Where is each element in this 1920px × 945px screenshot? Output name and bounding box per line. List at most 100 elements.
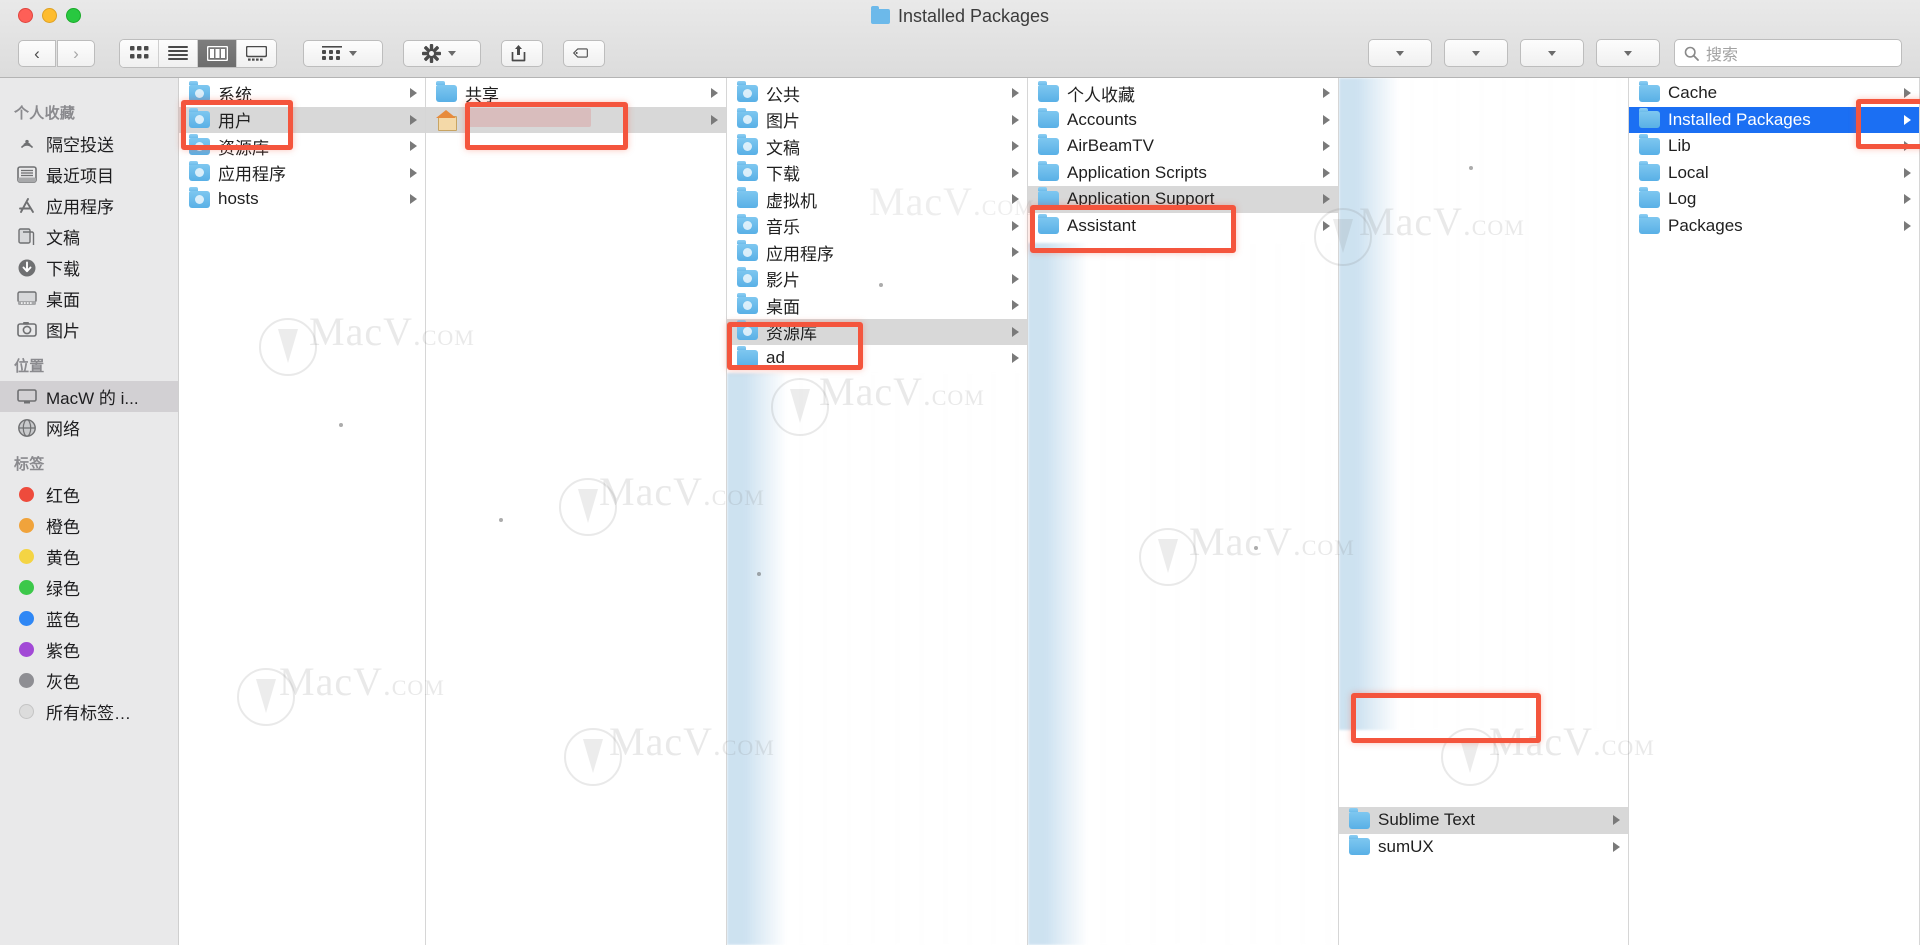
sidebar-tag-yellow[interactable]: 黄色: [0, 541, 178, 572]
file-row[interactable]: Accounts: [1028, 107, 1338, 134]
sidebar[interactable]: 个人收藏 隔空投送 最近项目 应用程序 文稿 下载 桌面 图片 位置 MacW …: [0, 78, 179, 945]
file-row[interactable]: 资源库: [179, 133, 425, 160]
chevron-right-icon[interactable]: [1613, 841, 1620, 852]
empty-menu-3[interactable]: [1520, 39, 1584, 67]
sidebar-item-documents[interactable]: 文稿: [0, 221, 178, 252]
chevron-right-icon[interactable]: [1012, 353, 1019, 364]
file-row[interactable]: Application Support: [1028, 186, 1338, 213]
file-row[interactable]: hosts: [179, 186, 425, 213]
back-button[interactable]: ‹: [18, 39, 56, 67]
sidebar-item-desktop[interactable]: 桌面: [0, 283, 178, 314]
chevron-right-icon[interactable]: [1904, 194, 1911, 205]
column-library[interactable]: 个人收藏 Accounts AirBeamTV Application Scri…: [1028, 78, 1339, 945]
chevron-right-icon[interactable]: [1012, 273, 1019, 284]
file-row[interactable]: sumUX: [1339, 834, 1628, 861]
sidebar-tag-green[interactable]: 绿色: [0, 572, 178, 603]
file-row[interactable]: [426, 106, 726, 133]
empty-menu-2[interactable]: [1444, 39, 1508, 67]
chevron-right-icon[interactable]: [1323, 114, 1330, 125]
file-row[interactable]: ad: [727, 345, 1027, 372]
chevron-right-icon[interactable]: [410, 194, 417, 205]
column-view-button[interactable]: [198, 39, 237, 67]
file-row[interactable]: 图片: [727, 107, 1027, 134]
chevron-right-icon[interactable]: [1012, 114, 1019, 125]
sidebar-item-pictures[interactable]: 图片: [0, 314, 178, 345]
file-row[interactable]: 虚拟机: [727, 186, 1027, 213]
search-field[interactable]: 搜索: [1674, 39, 1902, 67]
sidebar-tag-red[interactable]: 红色: [0, 479, 178, 510]
column-root[interactable]: 系统 用户 资源库 应用程序 hosts: [179, 78, 426, 945]
file-row[interactable]: 应用程序: [727, 239, 1027, 266]
chevron-right-icon[interactable]: [410, 141, 417, 152]
chevron-right-icon[interactable]: [711, 88, 718, 99]
empty-menu-4[interactable]: [1596, 39, 1660, 67]
file-row[interactable]: Packages: [1629, 213, 1919, 240]
chevron-right-icon[interactable]: [1012, 300, 1019, 311]
chevron-right-icon[interactable]: [1904, 167, 1911, 178]
file-row[interactable]: 共享: [426, 80, 726, 107]
file-row[interactable]: Lib: [1629, 133, 1919, 160]
file-row[interactable]: Local: [1629, 160, 1919, 187]
chevron-right-icon[interactable]: [1012, 194, 1019, 205]
empty-menu-1[interactable]: [1368, 39, 1432, 67]
chevron-right-icon[interactable]: [1012, 88, 1019, 99]
chevron-right-icon[interactable]: [1323, 194, 1330, 205]
file-row[interactable]: 音乐: [727, 213, 1027, 240]
column-application-support[interactable]: Sublime Text sumUX: [1339, 78, 1629, 945]
file-row[interactable]: 下载: [727, 160, 1027, 187]
sidebar-item-recents[interactable]: 最近项目: [0, 159, 178, 190]
sidebar-item-airdrop[interactable]: 隔空投送: [0, 128, 178, 159]
column-sublime-text[interactable]: Cache Installed Packages Lib Local Log P…: [1629, 78, 1920, 945]
sidebar-item-network[interactable]: 网络: [0, 412, 178, 443]
chevron-right-icon[interactable]: [1323, 88, 1330, 99]
sidebar-item-downloads[interactable]: 下载: [0, 252, 178, 283]
file-row[interactable]: Sublime Text: [1339, 807, 1628, 834]
chevron-right-icon[interactable]: [1012, 167, 1019, 178]
chevron-right-icon[interactable]: [1012, 247, 1019, 258]
chevron-right-icon[interactable]: [1012, 141, 1019, 152]
file-row[interactable]: 文稿: [727, 133, 1027, 160]
list-view-button[interactable]: [159, 39, 198, 67]
column-users[interactable]: 共享: [426, 78, 727, 945]
chevron-right-icon[interactable]: [410, 88, 417, 99]
chevron-right-icon[interactable]: [1012, 220, 1019, 231]
share-button[interactable]: [501, 39, 543, 67]
chevron-right-icon[interactable]: [1323, 167, 1330, 178]
file-row[interactable]: 公共: [727, 80, 1027, 107]
file-row[interactable]: Log: [1629, 186, 1919, 213]
chevron-right-icon[interactable]: [1613, 815, 1620, 826]
chevron-right-icon[interactable]: [1904, 141, 1911, 152]
action-button[interactable]: [403, 39, 481, 67]
file-row[interactable]: AirBeamTV: [1028, 133, 1338, 160]
file-row[interactable]: 桌面: [727, 292, 1027, 319]
chevron-right-icon[interactable]: [1323, 141, 1330, 152]
arrange-button[interactable]: [303, 39, 383, 67]
tag-button[interactable]: [563, 39, 605, 67]
file-row[interactable]: 影片: [727, 266, 1027, 293]
forward-button[interactable]: ›: [57, 39, 95, 67]
sidebar-item-computer[interactable]: MacW 的 i...: [0, 381, 178, 412]
chevron-right-icon[interactable]: [410, 167, 417, 178]
chevron-right-icon[interactable]: [1904, 88, 1911, 99]
file-row[interactable]: 用户: [179, 106, 425, 133]
file-row[interactable]: 资源库: [727, 318, 1027, 345]
column-home[interactable]: 公共 图片 文稿 下载 虚拟机 音乐 应用程序 影片 桌面 资源库 ad: [727, 78, 1028, 945]
file-row[interactable]: 个人收藏: [1028, 80, 1338, 107]
file-row[interactable]: 系统: [179, 80, 425, 107]
sidebar-tag-purple[interactable]: 紫色: [0, 634, 178, 665]
chevron-right-icon[interactable]: [1904, 114, 1911, 125]
sidebar-tag-all[interactable]: 所有标签…: [0, 696, 178, 727]
chevron-right-icon[interactable]: [711, 114, 718, 125]
file-row[interactable]: Installed Packages: [1629, 106, 1919, 133]
sidebar-tag-orange[interactable]: 橙色: [0, 510, 178, 541]
icon-view-button[interactable]: [120, 39, 159, 67]
sidebar-item-applications[interactable]: 应用程序: [0, 190, 178, 221]
file-row[interactable]: Assistant: [1028, 213, 1338, 240]
sidebar-tag-gray[interactable]: 灰色: [0, 665, 178, 696]
chevron-right-icon[interactable]: [1323, 220, 1330, 231]
chevron-right-icon[interactable]: [410, 114, 417, 125]
file-row[interactable]: Cache: [1629, 80, 1919, 107]
sidebar-tag-blue[interactable]: 蓝色: [0, 603, 178, 634]
chevron-right-icon[interactable]: [1904, 220, 1911, 231]
gallery-view-button[interactable]: [237, 39, 276, 67]
